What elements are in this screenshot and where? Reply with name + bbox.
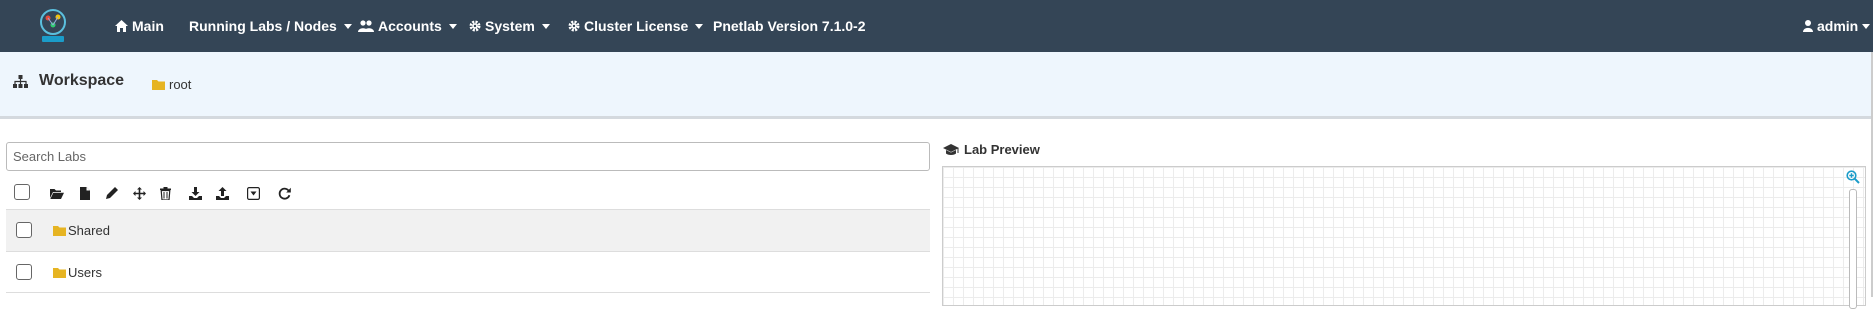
- gear-icon: [568, 20, 580, 32]
- list-item[interactable]: Shared: [6, 209, 930, 251]
- search-labs-input[interactable]: [6, 142, 930, 171]
- chevron-down-icon: [1862, 23, 1871, 29]
- folder-icon: [152, 79, 165, 90]
- chevron-down-icon: [448, 23, 457, 29]
- top-navbar: Main Running Labs / Nodes Accounts Syste…: [0, 0, 1873, 52]
- zoom-in-icon[interactable]: [1846, 170, 1860, 189]
- nav-cluster-license-label: Cluster License: [584, 18, 689, 34]
- graduation-cap-icon: [943, 143, 959, 156]
- nav-running-labs-label: Running Labs / Nodes: [189, 18, 337, 34]
- select-dropdown-icon[interactable]: [245, 185, 261, 201]
- nav-version[interactable]: Pnetlab Version 7.1.0-2: [713, 0, 866, 52]
- delete-icon[interactable]: [157, 185, 173, 201]
- user-menu[interactable]: admin: [1803, 0, 1871, 52]
- lab-preview-heading: Lab Preview: [943, 142, 1040, 157]
- nav-running-labs[interactable]: Running Labs / Nodes: [189, 0, 352, 52]
- breadcrumb-root-label: root: [169, 77, 192, 92]
- move-icon[interactable]: [131, 185, 147, 201]
- user-menu-label: admin: [1817, 18, 1859, 34]
- nav-accounts-label: Accounts: [378, 18, 442, 34]
- list-item[interactable]: Users: [6, 251, 930, 293]
- export-icon[interactable]: [214, 185, 230, 201]
- chevron-down-icon: [343, 23, 352, 29]
- users-icon: [358, 20, 374, 32]
- chevron-down-icon: [695, 23, 704, 29]
- open-folder-icon[interactable]: [49, 185, 65, 201]
- row-checkbox[interactable]: [16, 264, 32, 280]
- import-icon[interactable]: [187, 185, 203, 201]
- folder-label: Users: [68, 264, 102, 280]
- refresh-icon[interactable]: [276, 185, 292, 201]
- new-file-icon[interactable]: [77, 185, 93, 201]
- sitemap-icon: [13, 74, 28, 88]
- nav-cluster-license[interactable]: Cluster License: [568, 0, 704, 52]
- lab-preview-canvas[interactable]: [942, 166, 1866, 306]
- nav-system[interactable]: System: [469, 0, 550, 52]
- labs-toolbar: [0, 177, 930, 209]
- folder-icon: [53, 267, 66, 278]
- pnetlab-logo[interactable]: [36, 7, 70, 43]
- nav-main-label: Main: [132, 18, 164, 34]
- edit-icon[interactable]: [104, 185, 120, 201]
- page-title: Workspace: [13, 72, 124, 90]
- nav-accounts[interactable]: Accounts: [358, 0, 457, 52]
- gear-icon: [469, 20, 481, 32]
- folder-icon: [53, 225, 66, 236]
- breadcrumb-root[interactable]: root: [152, 77, 191, 92]
- select-all-checkbox[interactable]: [14, 184, 30, 200]
- nav-main[interactable]: Main: [115, 0, 164, 52]
- nav-system-label: System: [485, 18, 535, 34]
- user-icon: [1803, 20, 1813, 32]
- workspace-title: Workspace: [39, 72, 125, 89]
- folder-label: Shared: [68, 223, 110, 238]
- chevron-down-icon: [541, 23, 550, 29]
- row-checkbox[interactable]: [16, 222, 32, 238]
- workspace-bar: Workspace root: [0, 52, 1873, 119]
- home-icon: [115, 20, 128, 32]
- lab-preview-title: Lab Preview: [964, 142, 1040, 157]
- zoom-slider[interactable]: [1849, 189, 1857, 309]
- nav-version-label: Pnetlab Version 7.1.0-2: [713, 18, 866, 34]
